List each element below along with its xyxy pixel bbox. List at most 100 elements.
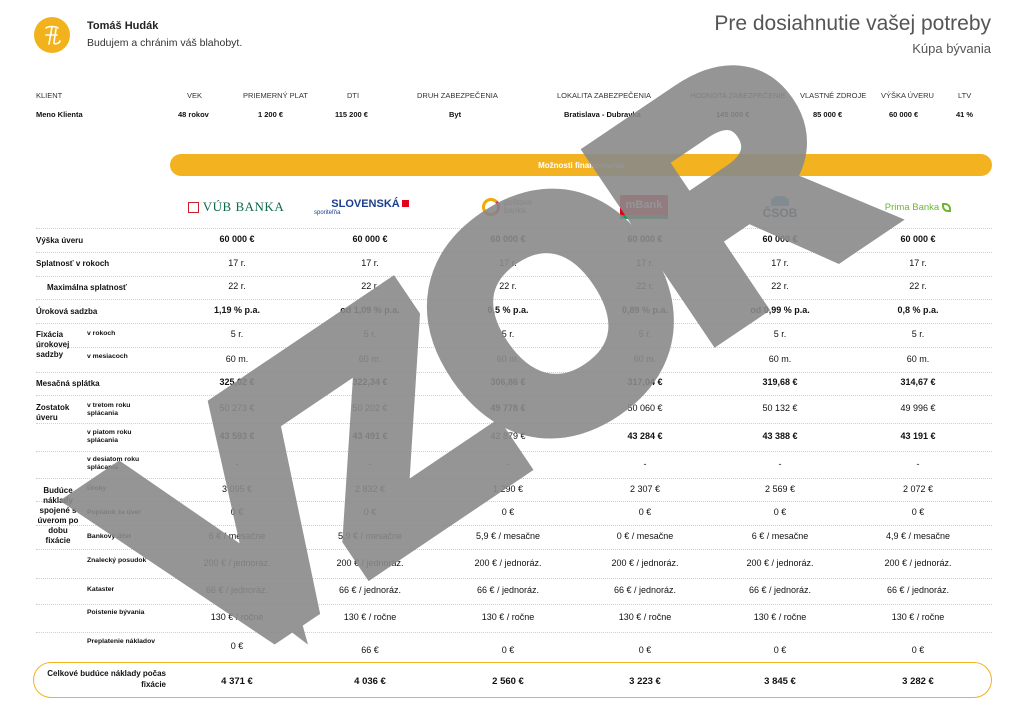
cell-fix-roky: 5 r. <box>230 329 244 339</box>
cell-splatnost: 17 r. <box>771 258 789 268</box>
label-preplatenie: Preplatenie nákladov <box>87 638 155 645</box>
cell-splatnost: 17 r. <box>499 258 517 268</box>
cell-max-splatnost: 22 r. <box>909 281 927 291</box>
cell-fix-mesiace: 60 m. <box>496 354 520 364</box>
cell-ucet: 5,9 € / mesačne <box>475 531 541 541</box>
cell-splatnost: 17 r. <box>361 258 379 268</box>
label-sadzba: Úroková sadzba <box>36 307 98 316</box>
cell-posudok: 200 € / jednoráz. <box>746 558 814 568</box>
client-header: VÝŠKA ÚVERU <box>881 91 934 100</box>
row-divider <box>36 323 992 324</box>
client-value: 85 000 € <box>813 110 843 119</box>
cell-sadzba: 0,8 % p.a. <box>897 305 939 315</box>
cell-poplatok: 0 € <box>363 507 377 517</box>
label-piatom: v piatom roku splácania <box>87 429 132 445</box>
row-divider <box>36 423 992 424</box>
agent-slogan: Budujem a chránim váš blahobyt. <box>87 37 243 49</box>
cell-piatom: 43 191 € <box>900 431 936 441</box>
cell-piatom: 43 491 € <box>352 431 388 441</box>
cell-max-splatnost: 22 r. <box>771 281 789 291</box>
label-fix-mesiace: v mesiacoch <box>87 353 128 360</box>
cell-kataster: 66 € / jednoráz. <box>338 585 402 595</box>
label-poistenie: Poistenie bývania <box>87 609 145 616</box>
cell-posudok: 200 € / jednoráz. <box>474 558 542 568</box>
cell-uroky: 3 095 € <box>221 484 253 494</box>
label-tretom: v tretom roku splácania <box>87 402 131 418</box>
cell-sadzba: 0,89 % p.a. <box>621 305 669 315</box>
cell-poistenie: 130 € / ročne <box>343 612 397 622</box>
cell-ucet: 6 € / mesačne <box>751 531 809 541</box>
row-divider <box>36 632 992 633</box>
row-divider <box>36 578 992 579</box>
cell-total: 3 845 € <box>764 676 796 687</box>
cell-uroky: 2 307 € <box>629 484 661 494</box>
cell-splatka: 317,04 € <box>627 377 663 387</box>
cell-total: 3 223 € <box>629 676 661 687</box>
cell-posudok: 200 € / jednoráz. <box>336 558 404 568</box>
agent-logo <box>34 17 70 53</box>
postova-ring-icon <box>481 198 500 216</box>
bank-logo-csob: ČSOB <box>720 192 840 222</box>
client-header: LOKALITA ZABEZPEČENIA <box>557 91 652 100</box>
cell-vyska: 60 000 € <box>627 234 663 244</box>
cell-tretom: 50 202 € <box>352 403 388 413</box>
cell-total: 4 036 € <box>354 676 386 687</box>
cell-splatnost: 17 r. <box>228 258 246 268</box>
cell-kataster: 66 € / jednoráz. <box>886 585 950 595</box>
cell-desiatom: - <box>778 459 782 469</box>
cell-tretom: 50 132 € <box>762 403 798 413</box>
cell-total: 2 560 € <box>492 676 524 687</box>
agent-name: Tomáš Hudák <box>87 20 159 32</box>
client-value: Meno Klienta <box>36 110 83 119</box>
cell-posudok: 200 € / jednoráz. <box>203 558 271 568</box>
cell-fix-roky: 5 r. <box>911 329 925 339</box>
cell-fix-mesiace: 60 m. <box>225 354 249 364</box>
cell-piatom: 43 593 € <box>219 431 255 441</box>
cell-poplatok: 0 € <box>638 507 652 517</box>
cell-preplatenie: 0 € <box>230 641 244 651</box>
cell-total: 4 371 € <box>221 676 253 687</box>
cell-splatka: 314,67 € <box>900 377 936 387</box>
cell-tretom: 50 273 € <box>219 403 255 413</box>
label-desiatom: v desiatom roku splácania <box>87 456 140 472</box>
cell-preplatenie: 0 € <box>911 645 925 655</box>
cell-poplatok: 0 € <box>773 507 787 517</box>
monogram-icon <box>45 25 61 45</box>
client-header: DTI <box>347 91 360 100</box>
cell-ucet: 0 € / mesačne <box>616 531 674 541</box>
cell-vyska: 60 000 € <box>490 234 526 244</box>
row-divider <box>36 347 992 348</box>
cell-splatka: 306,86 € <box>490 377 526 387</box>
row-divider <box>36 252 992 253</box>
cell-posudok: 200 € / jednoráz. <box>611 558 679 568</box>
label-max-splatnost: Maximálna splatnosť <box>47 283 127 292</box>
cell-fix-roky: 5 r. <box>363 329 377 339</box>
client-header: HODNOTA ZABEZPEČENIE <box>690 91 786 100</box>
client-header: VEK <box>187 91 203 100</box>
bank-logo-vub: VÚB BANKA <box>176 192 296 222</box>
cell-piatom: 42 879 € <box>490 431 526 441</box>
cell-uroky: 2 072 € <box>902 484 934 494</box>
cell-preplatenie: 66 € <box>361 645 379 655</box>
row-divider <box>36 299 992 300</box>
client-value: Byt <box>449 110 462 119</box>
cell-fix-roky: 5 r. <box>773 329 787 339</box>
csob-icon <box>771 195 789 206</box>
cell-vyska: 60 000 € <box>219 234 255 244</box>
row-divider <box>36 478 992 479</box>
cell-ucet: 5,9 € / mesačne <box>337 531 403 541</box>
row-divider <box>36 228 992 229</box>
client-header: PRIEMERNÝ PLAT <box>243 91 308 100</box>
cell-sadzba: 0,5 % p.a. <box>487 305 529 315</box>
label-zostatok: Zostatok úveru <box>36 403 70 422</box>
cell-vyska: 60 000 € <box>900 234 936 244</box>
cell-fix-mesiace: 60 m. <box>906 354 930 364</box>
bank-logo-postova: poštová banka <box>447 192 567 222</box>
financing-banner: Možnosti financovania <box>170 154 992 176</box>
cell-uroky: 1 290 € <box>492 484 524 494</box>
row-divider <box>36 604 992 605</box>
label-vyska: Výška úveru <box>36 236 84 245</box>
client-value: 60 000 € <box>889 110 919 119</box>
cell-splatnost: 17 r. <box>636 258 654 268</box>
bank-logo-mbank: mBank <box>584 192 704 222</box>
